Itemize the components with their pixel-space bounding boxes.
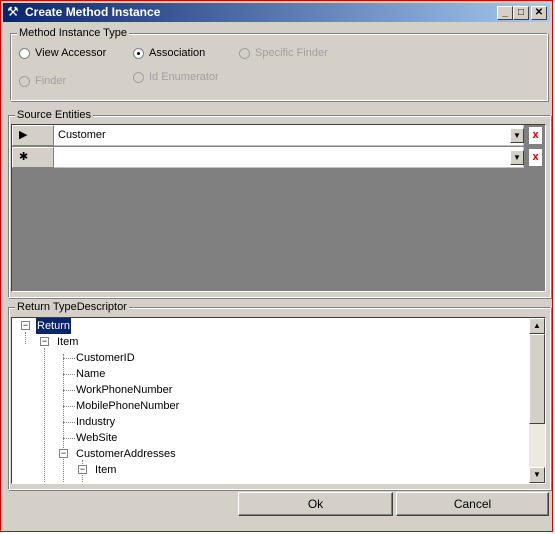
tree-node-label: WebSite [76, 432, 118, 444]
tree-node-industry[interactable]: Industry [76, 414, 115, 430]
entity-dropdown-button[interactable]: ▼ [510, 128, 524, 143]
cancel-button[interactable]: Cancel [396, 492, 549, 516]
current-row-indicator[interactable]: ▶ [12, 125, 54, 146]
tree-node-label: CustomerID [76, 352, 135, 364]
new-row-indicator[interactable]: ✱ [12, 147, 54, 168]
ok-button[interactable]: Ok [238, 492, 393, 516]
tree-connector [25, 332, 26, 344]
tree-connector [63, 422, 75, 423]
source-entities-legend: Source Entities [15, 108, 93, 122]
tree-node-name[interactable]: Name [76, 366, 105, 382]
radio-indicator [19, 75, 30, 87]
method-instance-type-legend: Method Instance Type [17, 26, 130, 40]
radio-indicator [239, 47, 250, 59]
tree-connector [63, 406, 75, 407]
maximize-button[interactable]: □ [513, 6, 529, 20]
tree-connector [63, 374, 75, 375]
radio-specific-finder[interactable]: Specific Finder [239, 47, 328, 59]
tree-vertical-scrollbar[interactable]: ▲ ▼ [529, 318, 545, 483]
radio-indicator [133, 71, 144, 83]
scroll-down-arrow-icon[interactable]: ▼ [529, 467, 545, 483]
tree-connector [63, 358, 75, 359]
return-type-tree[interactable]: − Return − Item CustomerID Name WorkPhon… [11, 317, 546, 484]
new-entity-cell[interactable] [54, 147, 524, 168]
tree-connector [44, 348, 45, 483]
source-entities-grid: ▶ Customer ▼ x ✱ ▼ x [11, 124, 546, 292]
radio-id-enumerator[interactable]: Id Enumerator [133, 71, 219, 83]
grid-row-new: ✱ ▼ x [12, 147, 545, 168]
radio-label: Finder [35, 75, 67, 87]
tree-node-mobilephonenumber[interactable]: MobilePhoneNumber [76, 398, 179, 414]
scroll-up-arrow-icon[interactable]: ▲ [529, 318, 545, 334]
entity-dropdown-button[interactable]: ▼ [510, 150, 524, 165]
radio-finder[interactable]: Finder [19, 75, 66, 87]
close-button[interactable]: ✕ [531, 6, 547, 20]
tools-icon: ⚒ [7, 4, 19, 19]
tree-node-workphonenumber[interactable]: WorkPhoneNumber [76, 382, 172, 398]
delete-row-button[interactable]: x [528, 126, 543, 145]
tree-node-label: CustomerAddresses [76, 448, 176, 460]
grid-row: ▶ Customer ▼ x [12, 125, 545, 146]
radio-view-accessor[interactable]: View Accessor [19, 47, 106, 59]
radio-indicator-checked [133, 47, 144, 59]
radio-indicator [19, 47, 30, 59]
collapse-icon[interactable]: − [40, 337, 49, 346]
return-type-descriptor-legend: Return TypeDescriptor [15, 300, 129, 314]
tree-node-website[interactable]: WebSite [76, 430, 117, 446]
radio-label: View Accessor [35, 47, 107, 59]
delete-row-button[interactable]: x [528, 148, 543, 167]
title-bar[interactable]: ⚒ Create Method Instance _ □ ✕ [3, 3, 550, 22]
collapse-icon[interactable]: − [21, 321, 30, 330]
collapse-icon[interactable]: − [59, 449, 68, 458]
collapse-icon[interactable]: − [78, 465, 87, 474]
tree-node-label: Item [57, 336, 79, 348]
tree-node-label: Name [76, 368, 106, 380]
entity-cell[interactable]: Customer [54, 125, 524, 146]
tree-node-customerid[interactable]: CustomerID [76, 350, 135, 366]
method-instance-type-group: Method Instance Type View Accessor Assoc… [10, 26, 548, 101]
tree-connector [63, 390, 75, 391]
tree-connector [63, 438, 75, 439]
window-title: Create Method Instance [25, 5, 161, 19]
radio-label: Specific Finder [255, 47, 328, 59]
tree-node-label: Return [34, 318, 73, 335]
tree-node-label: MobilePhoneNumber [76, 400, 180, 412]
tree-node-label: WorkPhoneNumber [76, 384, 173, 396]
minimize-button[interactable]: _ [497, 6, 513, 20]
scrollbar-thumb[interactable] [529, 334, 545, 424]
create-method-instance-dialog: ⚒ Create Method Instance _ □ ✕ Method In… [0, 0, 553, 532]
radio-association[interactable]: Association [133, 47, 205, 59]
radio-label: Id Enumerator [149, 71, 219, 83]
tree-node-label: Industry [76, 416, 116, 428]
tree-node-label: Item [95, 464, 117, 476]
radio-label: Association [149, 47, 206, 59]
